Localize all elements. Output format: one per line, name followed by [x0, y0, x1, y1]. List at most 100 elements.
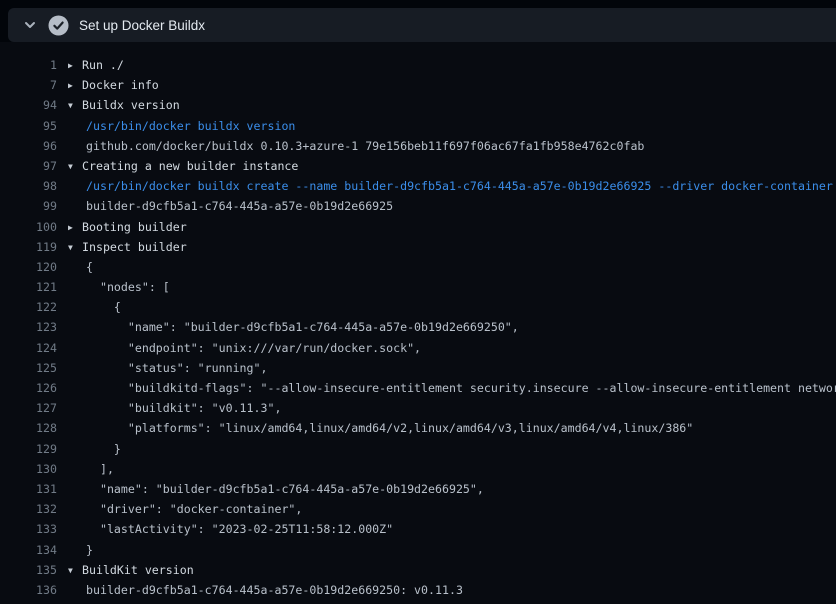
group-toggle-icon: ▶: [68, 56, 82, 75]
log-line: 130 ],: [0, 459, 836, 479]
line-number[interactable]: 95: [17, 116, 57, 136]
line-number[interactable]: 99: [17, 196, 57, 216]
line-content: "endpoint": "unix:///var/run/docker.sock…: [68, 338, 836, 358]
log-group-toggle[interactable]: ▼BuildKit version: [68, 560, 836, 580]
line-number[interactable]: 136: [17, 580, 57, 600]
log-line: 95 /usr/bin/docker buildx version: [0, 116, 836, 136]
line-text: "lastActivity": "2023-02-25T11:58:12.000…: [86, 522, 393, 536]
line-number[interactable]: 97: [17, 156, 57, 176]
step-header[interactable]: Set up Docker Buildx: [8, 8, 836, 42]
line-number[interactable]: 120: [17, 257, 57, 277]
line-text: Creating a new builder instance: [82, 159, 298, 173]
check-circle-icon: [48, 15, 69, 36]
line-text: {: [86, 260, 93, 274]
line-number[interactable]: 123: [17, 317, 57, 337]
line-text: builder-d9cfb5a1-c764-445a-a57e-0b19d2e6…: [86, 199, 393, 213]
line-text: "buildkitd-flags": "--allow-insecure-ent…: [86, 381, 836, 395]
line-number[interactable]: 1: [17, 55, 57, 75]
line-text: }: [86, 543, 93, 557]
line-content: "platforms": "linux/amd64,linux/amd64/v2…: [68, 418, 836, 438]
group-toggle-icon: ▶: [68, 76, 82, 95]
line-content: "name": "builder-d9cfb5a1-c764-445a-a57e…: [68, 479, 836, 499]
log-line: 135 ▼BuildKit version: [0, 560, 836, 580]
line-text: /usr/bin/docker buildx version: [86, 119, 295, 133]
log-line: 126 "buildkitd-flags": "--allow-insecure…: [0, 378, 836, 398]
line-text: ],: [86, 462, 114, 476]
line-number[interactable]: 94: [17, 95, 57, 115]
log-line: 133 "lastActivity": "2023-02-25T11:58:12…: [0, 519, 836, 539]
line-content: github.com/docker/buildx 0.10.3+azure-1 …: [68, 136, 836, 156]
line-number[interactable]: 7: [17, 75, 57, 95]
group-toggle-icon: ▼: [68, 238, 82, 257]
log-group-toggle[interactable]: ▼Inspect builder: [68, 237, 836, 257]
line-content: "lastActivity": "2023-02-25T11:58:12.000…: [68, 519, 836, 539]
line-number[interactable]: 129: [17, 439, 57, 459]
line-text: }: [86, 442, 121, 456]
log-line: 125 "status": "running",: [0, 358, 836, 378]
line-content: "name": "builder-d9cfb5a1-c764-445a-a57e…: [68, 317, 836, 337]
line-content: "buildkit": "v0.11.3",: [68, 398, 836, 418]
log-line: 121 "nodes": [: [0, 277, 836, 297]
line-number[interactable]: 126: [17, 378, 57, 398]
line-text: "buildkit": "v0.11.3",: [86, 401, 281, 415]
log-line: 99 builder-d9cfb5a1-c764-445a-a57e-0b19d…: [0, 196, 836, 216]
line-text: "driver": "docker-container",: [86, 502, 302, 516]
line-number[interactable]: 130: [17, 459, 57, 479]
line-content: ],: [68, 459, 836, 479]
line-content: "nodes": [: [68, 277, 836, 297]
line-number[interactable]: 96: [17, 136, 57, 156]
log-group-toggle[interactable]: ▼Creating a new builder instance: [68, 156, 836, 176]
log-area: 1 ▶Run ./ 7 ▶Docker info 94 ▼Buildx vers…: [0, 42, 836, 604]
line-text: Inspect builder: [82, 240, 187, 254]
line-number[interactable]: 133: [17, 519, 57, 539]
log-line: 96 github.com/docker/buildx 0.10.3+azure…: [0, 136, 836, 156]
line-number[interactable]: 124: [17, 338, 57, 358]
log-line: 136 builder-d9cfb5a1-c764-445a-a57e-0b19…: [0, 580, 836, 600]
line-number[interactable]: 135: [17, 560, 57, 580]
line-content: "status": "running",: [68, 358, 836, 378]
line-number[interactable]: 125: [17, 358, 57, 378]
log-group-toggle[interactable]: ▶Booting builder: [68, 217, 836, 237]
line-number[interactable]: 122: [17, 297, 57, 317]
line-content: {: [68, 257, 836, 277]
line-text: Booting builder: [82, 220, 187, 234]
log-line: 134 }: [0, 540, 836, 560]
line-number[interactable]: 121: [17, 277, 57, 297]
log-line: 94 ▼Buildx version: [0, 95, 836, 115]
line-text: BuildKit version: [82, 563, 194, 577]
log-group-toggle[interactable]: ▶Run ./: [68, 55, 836, 75]
line-text: /usr/bin/docker buildx create --name bui…: [86, 179, 833, 193]
line-number[interactable]: 131: [17, 479, 57, 499]
line-content: "driver": "docker-container",: [68, 499, 836, 519]
log-group-toggle[interactable]: ▶Docker info: [68, 75, 836, 95]
line-text: "nodes": [: [86, 280, 170, 294]
line-text: Docker info: [82, 78, 159, 92]
line-number[interactable]: 127: [17, 398, 57, 418]
line-text: {: [86, 300, 121, 314]
line-content: "buildkitd-flags": "--allow-insecure-ent…: [68, 378, 836, 398]
step-title: Set up Docker Buildx: [79, 18, 205, 33]
line-number[interactable]: 128: [17, 418, 57, 438]
line-content: builder-d9cfb5a1-c764-445a-a57e-0b19d2e6…: [68, 196, 836, 216]
line-text: "name": "builder-d9cfb5a1-c764-445a-a57e…: [86, 482, 484, 496]
log-line: 97 ▼Creating a new builder instance: [0, 156, 836, 176]
log-line: 129 }: [0, 439, 836, 459]
line-content: builder-d9cfb5a1-c764-445a-a57e-0b19d2e6…: [68, 580, 836, 600]
line-number[interactable]: 132: [17, 499, 57, 519]
line-text: "endpoint": "unix:///var/run/docker.sock…: [86, 341, 421, 355]
line-number[interactable]: 134: [17, 540, 57, 560]
line-number[interactable]: 119: [17, 237, 57, 257]
group-toggle-icon: ▼: [68, 96, 82, 115]
log-line: 120 {: [0, 257, 836, 277]
line-text: github.com/docker/buildx 0.10.3+azure-1 …: [86, 139, 644, 153]
line-number[interactable]: 100: [17, 217, 57, 237]
group-toggle-icon: ▼: [68, 561, 82, 580]
line-number[interactable]: 98: [17, 176, 57, 196]
log-group-toggle[interactable]: ▼Buildx version: [68, 95, 836, 115]
line-text: "platforms": "linux/amd64,linux/amd64/v2…: [86, 421, 693, 435]
group-toggle-icon: ▶: [68, 218, 82, 237]
log-line: 131 "name": "builder-d9cfb5a1-c764-445a-…: [0, 479, 836, 499]
line-text: "status": "running",: [86, 361, 267, 375]
log-line: 1 ▶Run ./: [0, 55, 836, 75]
log-line: 128 "platforms": "linux/amd64,linux/amd6…: [0, 418, 836, 438]
